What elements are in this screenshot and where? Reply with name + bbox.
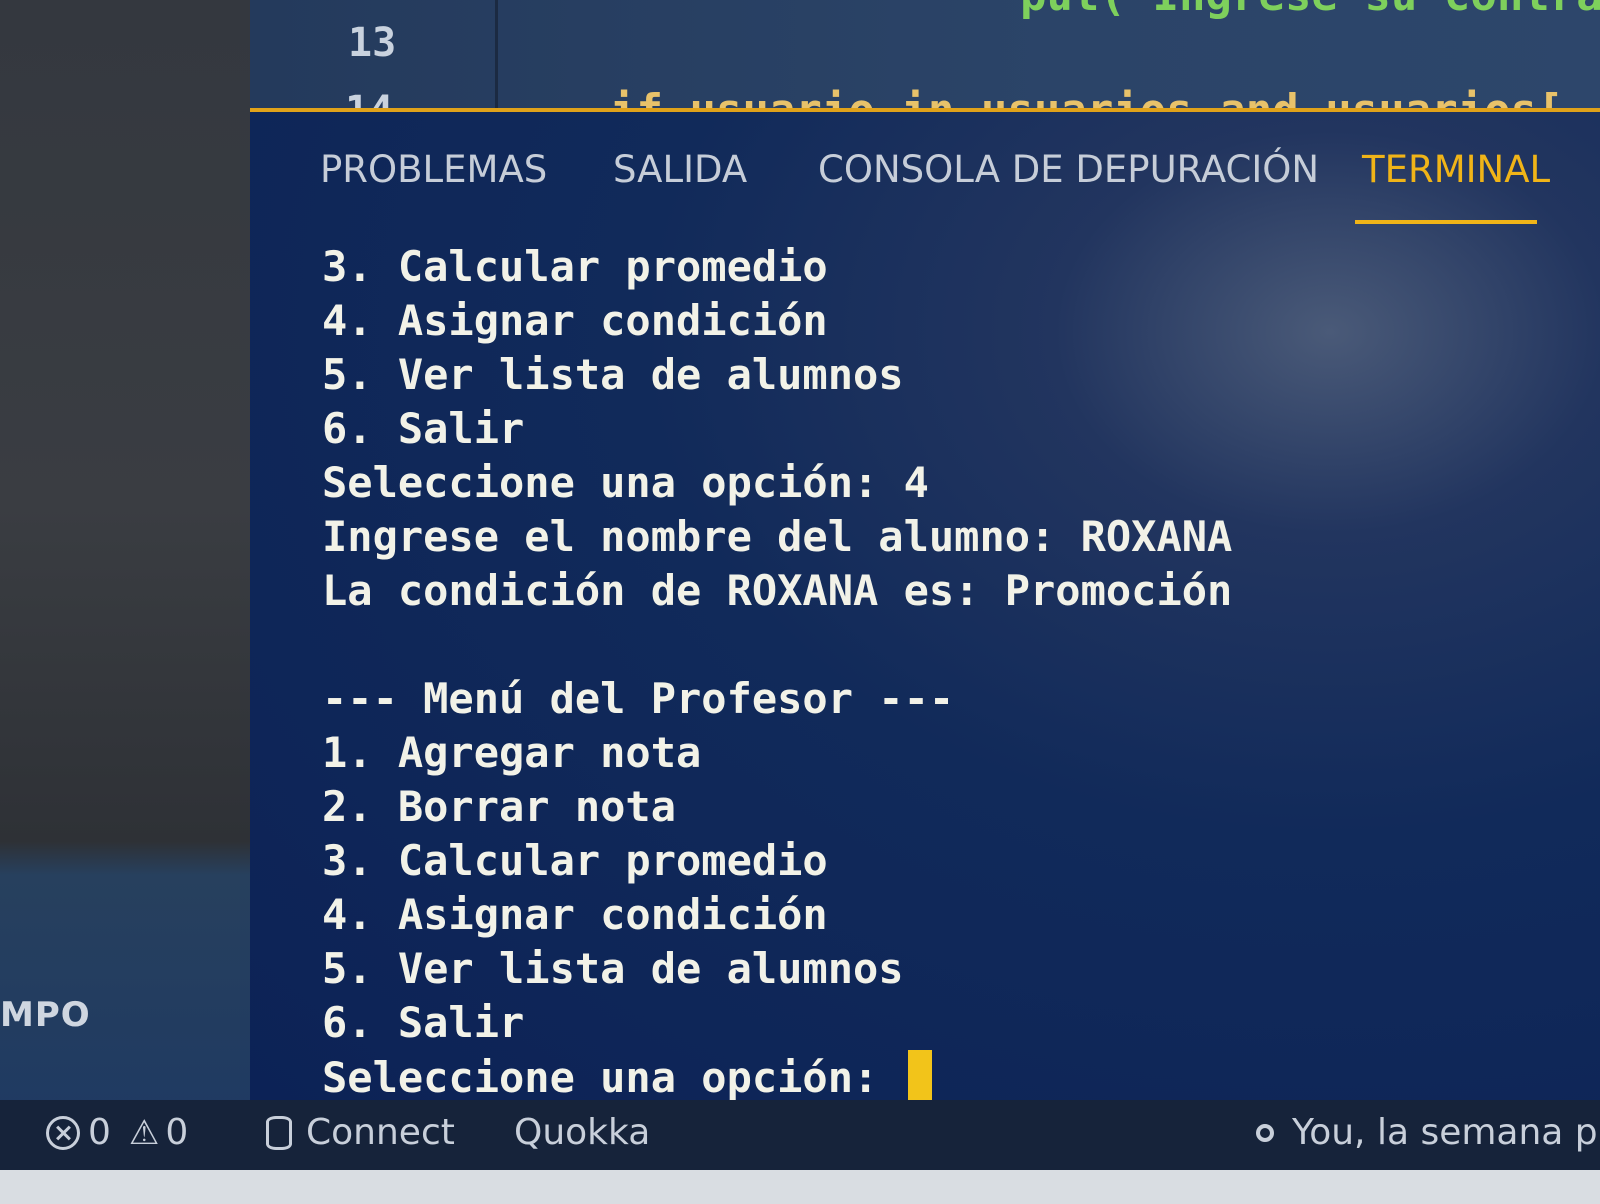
sidebar: MPO (0, 0, 268, 1122)
warning-icon: ⚠ (128, 1112, 160, 1153)
terminal-line: 3. Calcular promedio (322, 836, 828, 885)
git-blame-status[interactable]: You, la semana p (1256, 1112, 1598, 1153)
terminal-line: 5. Ver lista de alumnos (322, 944, 904, 993)
code-line-top: put("Ingrese su contra (1020, 0, 1600, 21)
tab-salida[interactable]: SALIDA (613, 148, 747, 191)
status-bar: 0 ⚠ 0 Connect Quokka You, la semana p (0, 1100, 1600, 1170)
terminal-line: Ingrese el nombre del alumno: ROXANA (322, 512, 1233, 561)
quokka-status[interactable]: Quokka (514, 1112, 650, 1153)
terminal-line: La condición de ROXANA es: Promoción (322, 566, 1233, 615)
sidebar-section-label[interactable]: MPO (0, 995, 91, 1035)
terminal-line: 3. Calcular promedio (322, 242, 828, 291)
database-icon (266, 1115, 292, 1150)
line-number: 13 (348, 20, 397, 66)
connect-status[interactable]: Connect (266, 1112, 455, 1153)
git-commit-icon (1256, 1123, 1274, 1142)
connect-label: Connect (306, 1112, 455, 1153)
quokka-label: Quokka (514, 1112, 651, 1153)
terminal-line: 6. Salir (322, 998, 525, 1047)
terminal-line: 4. Asignar condición (322, 890, 828, 939)
active-tab-indicator (1355, 220, 1537, 224)
bottom-edge (0, 1170, 1600, 1204)
terminal-line: 5. Ver lista de alumnos (322, 350, 904, 399)
git-blame-label: You, la semana p (1292, 1112, 1598, 1153)
terminal-line: Seleccione una opción: 4 (322, 458, 929, 507)
tab-terminal[interactable]: TERMINAL (1362, 148, 1550, 191)
terminal-line: 1. Agregar nota (322, 728, 702, 777)
problems-status[interactable]: 0 ⚠ 0 (46, 1112, 188, 1153)
terminal-line: 4. Asignar condición (322, 296, 828, 345)
error-count: 0 (88, 1112, 111, 1153)
terminal-cursor (907, 1050, 932, 1102)
error-icon (46, 1115, 80, 1150)
terminal-prompt-line[interactable]: Seleccione una opción: (322, 1050, 1232, 1104)
terminal-line: 6. Salir (322, 404, 525, 453)
warning-count: 0 (165, 1112, 189, 1153)
terminal-line: --- Menú del Profesor --- (322, 674, 955, 723)
editor-gutter-separator (495, 0, 498, 110)
tab-problemas[interactable]: PROBLEMAS (320, 148, 547, 191)
terminal-prompt: Seleccione una opción: (322, 1053, 904, 1102)
terminal-line: 2. Borrar nota (322, 782, 677, 831)
terminal-output[interactable]: 3. Calcular promedio 4. Asignar condició… (322, 240, 1232, 1104)
tab-consola-depuracion[interactable]: CONSOLA DE DEPURACIÓN (818, 148, 1319, 191)
screen: MPO 13 14 put("Ingrese su contra if usua… (0, 0, 1600, 1204)
